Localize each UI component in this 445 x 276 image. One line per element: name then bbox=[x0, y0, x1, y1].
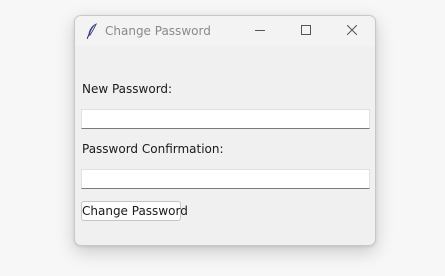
close-button[interactable] bbox=[329, 16, 375, 46]
minimize-button[interactable] bbox=[237, 16, 283, 46]
minimize-icon bbox=[255, 30, 265, 31]
new-password-input[interactable] bbox=[81, 109, 370, 129]
password-confirmation-input[interactable] bbox=[81, 169, 370, 189]
change-password-window: Change Password New Password: Password C… bbox=[74, 15, 376, 246]
feather-icon bbox=[85, 22, 99, 40]
title-bar[interactable]: Change Password bbox=[75, 16, 375, 46]
password-confirmation-label: Password Confirmation: bbox=[82, 142, 224, 156]
maximize-icon bbox=[301, 25, 311, 35]
close-icon bbox=[347, 25, 357, 35]
window-title: Change Password bbox=[105, 24, 211, 38]
new-password-label: New Password: bbox=[82, 82, 173, 96]
change-password-button[interactable]: Change Password bbox=[81, 201, 188, 221]
maximize-button[interactable] bbox=[283, 16, 329, 46]
